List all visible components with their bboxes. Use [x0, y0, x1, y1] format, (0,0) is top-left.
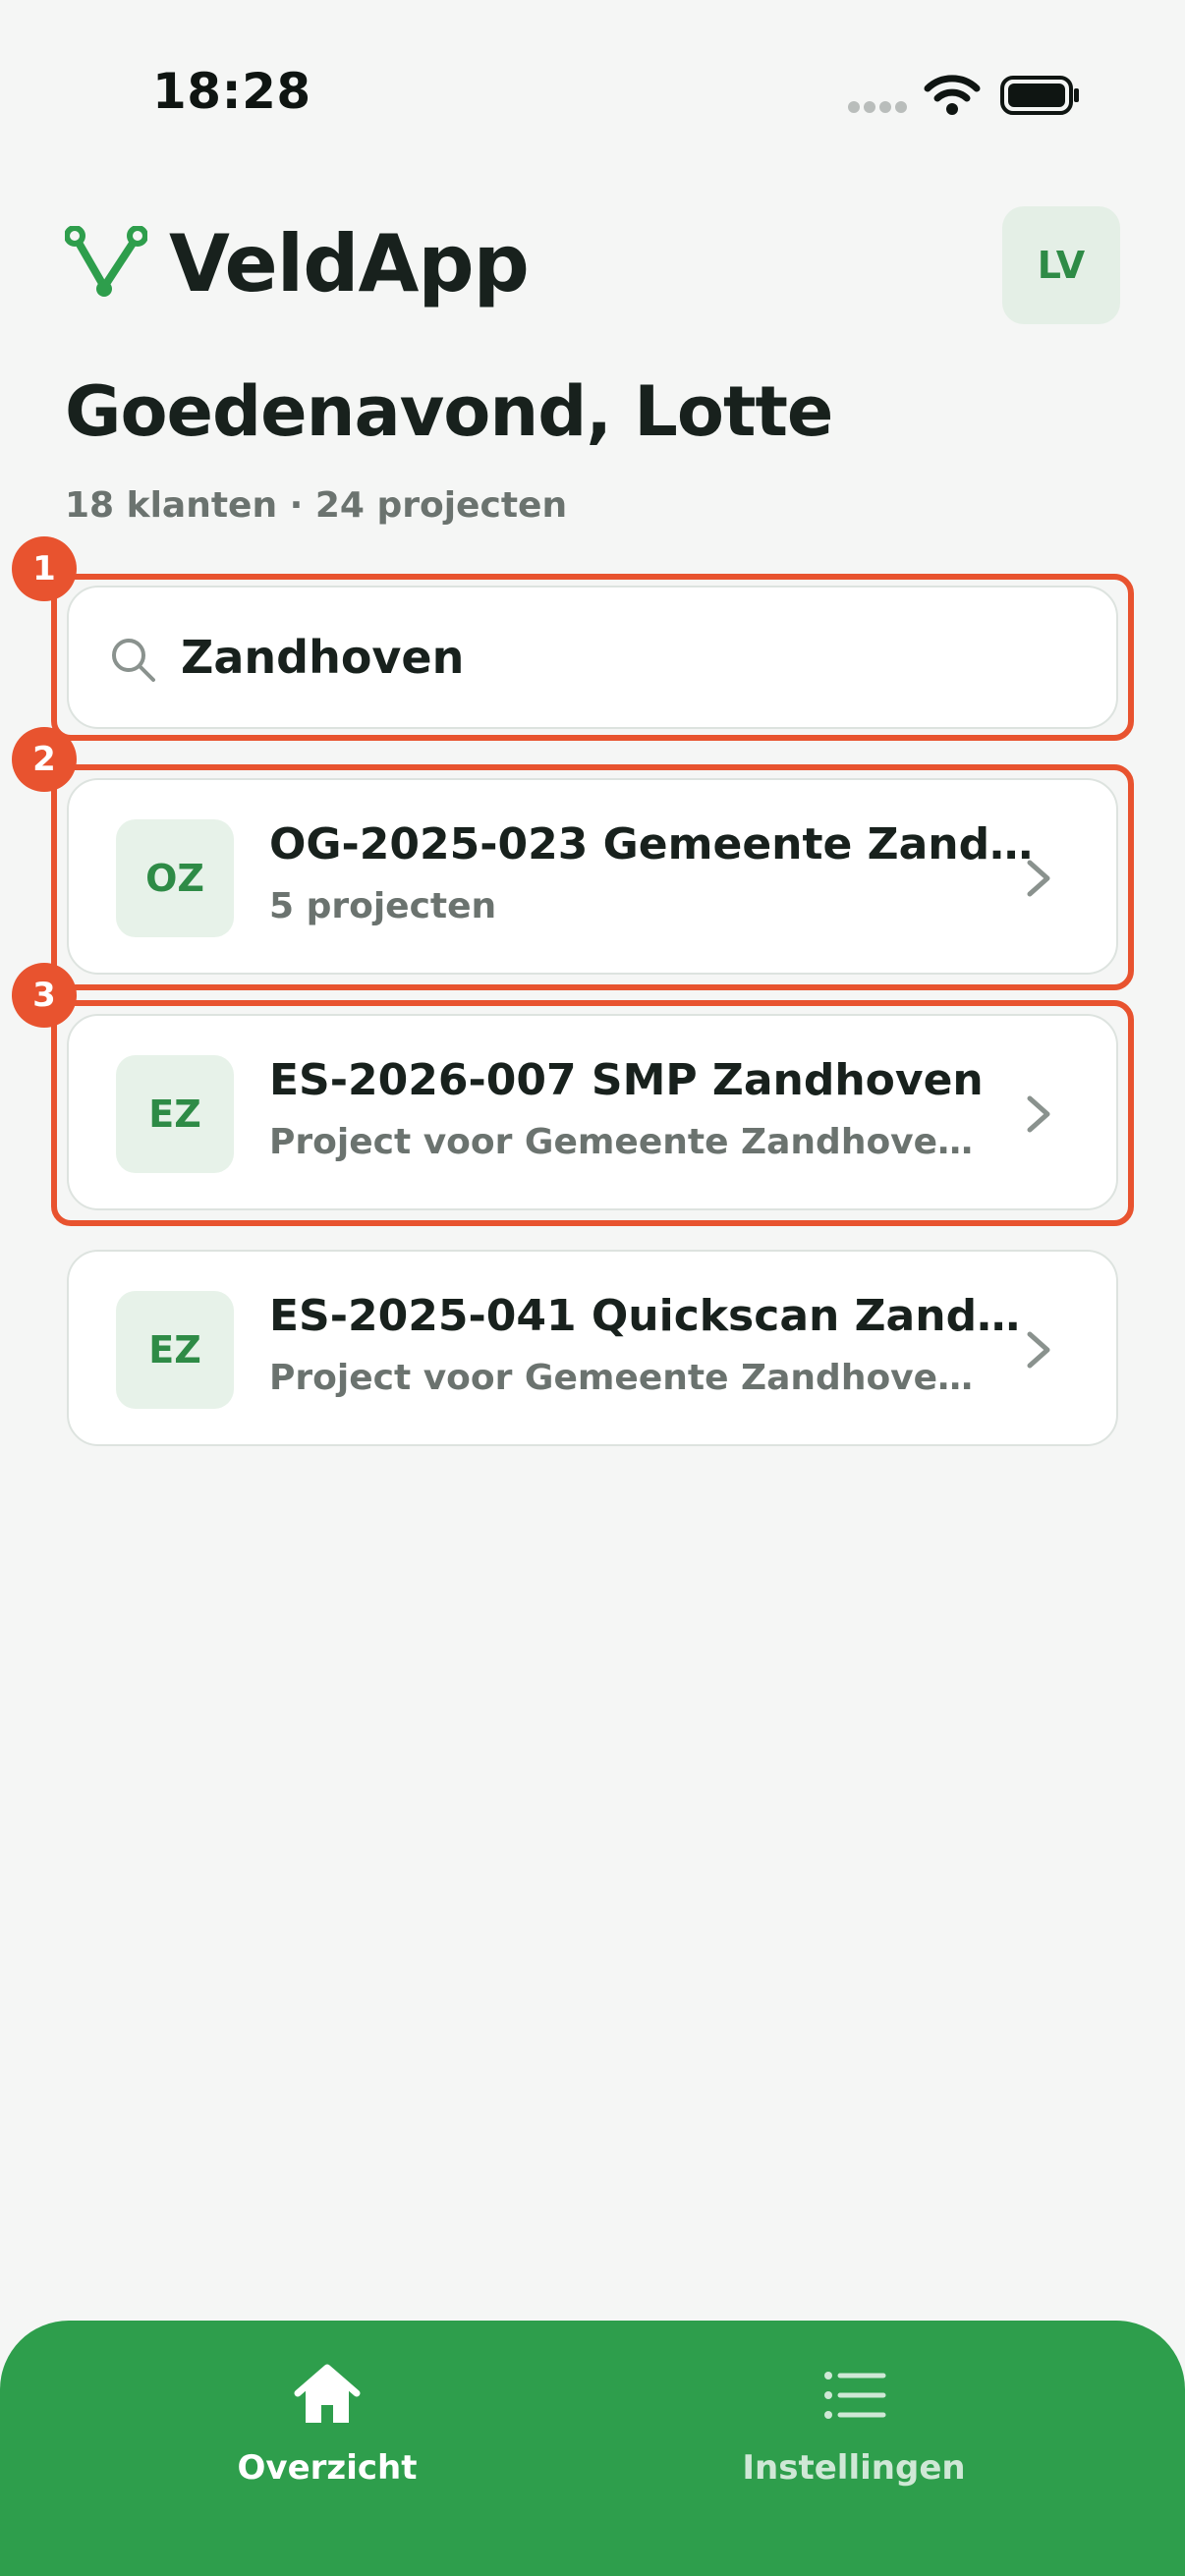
result-card[interactable]: EZ ES-2026-007 SMP Zandhoven Project voo… — [67, 1014, 1118, 1210]
search-icon — [112, 639, 155, 682]
annotation-number-3: 3 — [12, 963, 77, 1028]
list-icon — [824, 2372, 886, 2419]
user-avatar[interactable]: LV — [1002, 206, 1120, 324]
cellular-signal-icon — [848, 101, 907, 113]
chevron-right-icon — [1027, 860, 1050, 897]
card-subtitle: 5 projecten — [269, 886, 497, 926]
result-card[interactable]: EZ ES-2025-041 Quickscan Zandhoven Proje… — [67, 1250, 1118, 1446]
card-subtitle: Project voor Gemeente Zandhoven Zandhove… — [269, 1122, 977, 1162]
card-title: OG-2025-023 Gemeente Zandhoven — [269, 819, 1036, 869]
nav-label: Instellingen — [742, 2448, 966, 2488]
app-title: VeldApp — [169, 218, 530, 309]
battery-icon — [1000, 76, 1079, 115]
search-field[interactable]: Zandhoven — [67, 586, 1118, 729]
project-initials-badge: EZ — [116, 1055, 234, 1173]
search-input-value[interactable]: Zandhoven — [181, 631, 464, 684]
chevron-right-icon — [1027, 1095, 1050, 1133]
home-icon — [294, 2364, 361, 2423]
nav-label: Overzicht — [237, 2448, 418, 2488]
annotation-number-2: 2 — [12, 727, 77, 792]
client-initials-badge: OZ — [116, 819, 234, 937]
greeting-heading: Goedenavond, Lotte — [65, 371, 833, 452]
bottom-navigation: Overzicht Instellingen — [0, 2321, 1185, 2576]
card-title: ES-2025-041 Quickscan Zandhoven — [269, 1291, 1036, 1341]
wifi-icon — [924, 75, 981, 115]
card-subtitle: Project voor Gemeente Zandhoven Zandhove… — [269, 1358, 977, 1398]
result-card[interactable]: OZ OG-2025-023 Gemeente Zandhoven 5 proj… — [67, 778, 1118, 975]
nav-item-overzicht[interactable]: Overzicht — [131, 2321, 524, 2576]
annotation-number-1: 1 — [12, 536, 77, 601]
veldapp-logo-icon — [65, 226, 147, 297]
project-initials-badge: EZ — [116, 1291, 234, 1409]
status-time: 18:28 — [152, 63, 311, 120]
nav-item-instellingen[interactable]: Instellingen — [657, 2321, 1050, 2576]
summary-counts: 18 klanten · 24 projecten — [65, 485, 568, 526]
status-bar: 18:28 — [0, 0, 1185, 187]
card-title: ES-2026-007 SMP Zandhoven — [269, 1055, 984, 1105]
chevron-right-icon — [1027, 1331, 1050, 1369]
